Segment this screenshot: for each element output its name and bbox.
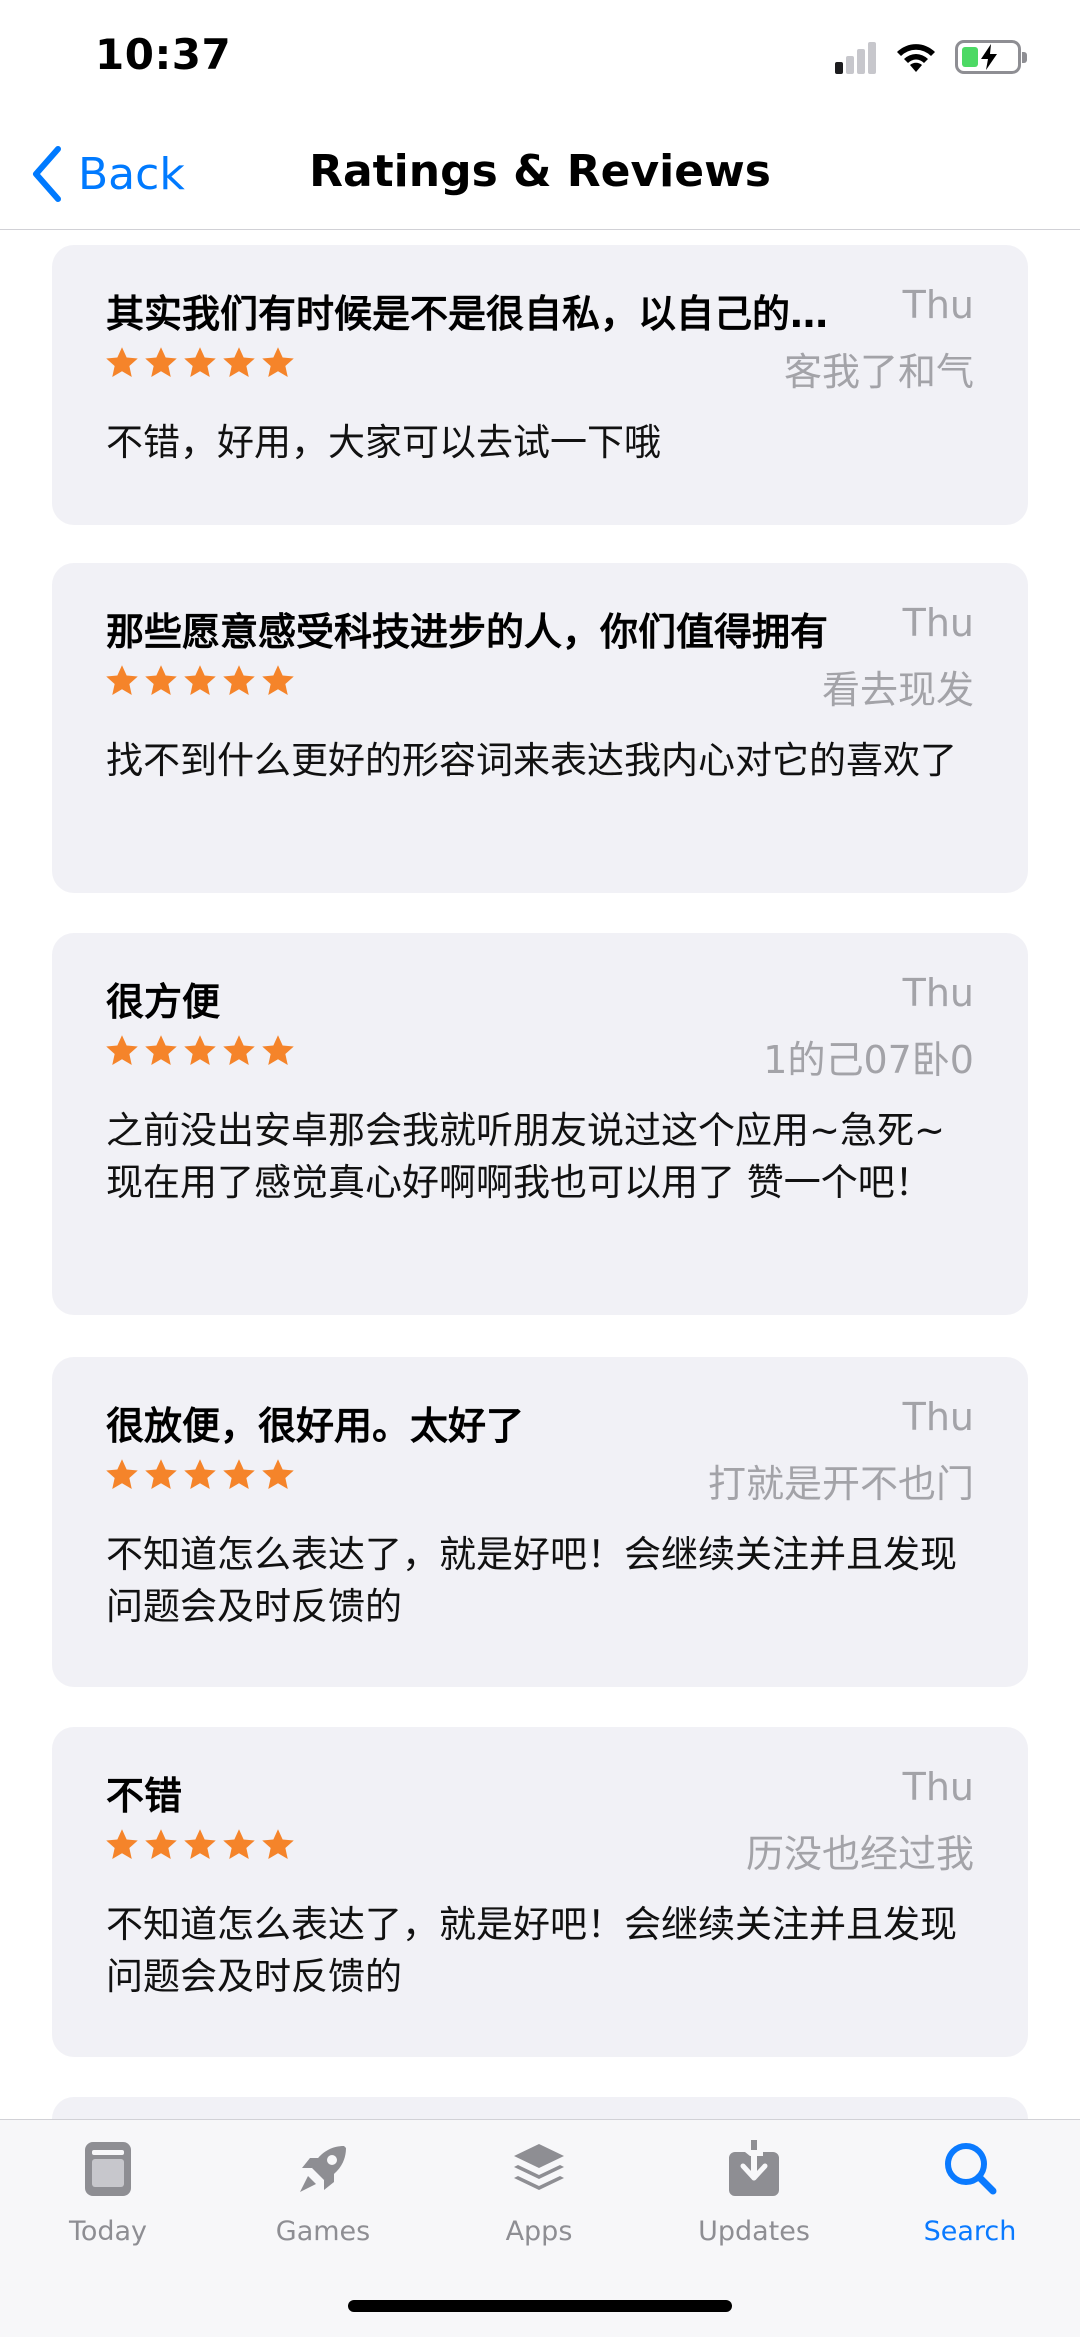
review-title: 很放便，很好用。太好了 [106, 1404, 525, 1448]
star-icon [184, 1459, 216, 1489]
star-icon [106, 1035, 138, 1065]
download-icon [729, 2140, 779, 2196]
star-rating [104, 345, 296, 381]
status-bar: 10:37 [0, 0, 1080, 120]
tab-apps[interactable]: Apps [464, 2136, 614, 2256]
cellular-signal-icon [835, 42, 877, 74]
review-title: 其实我们有时候是不是很自私，以自己的… [106, 292, 829, 336]
review-body: 不知道怎么表达了，就是好吧！会继续关注并且发现问题会及时反馈的 [106, 1903, 957, 1998]
status-time: 10:37 [95, 30, 232, 79]
star-icon [262, 1829, 294, 1859]
star-icon [262, 347, 294, 377]
tab-games[interactable]: Games [248, 2136, 398, 2256]
tab-today[interactable]: Today [33, 2136, 183, 2256]
review-date: Thu [902, 283, 974, 327]
review-card[interactable]: 其实我们有时候是不是很自私，以自己的… Thu 客我了和气 不错，好用，大家可以… [52, 245, 1028, 525]
review-body: 不知道怎么表达了，就是好吧！会继续关注并且发现问题会及时反馈的 [106, 1533, 957, 1628]
review-body: 之前没出安卓那会我就听朋友说过这个应用~急死~现在用了感觉真心好啊啊我也可以用了… [106, 1109, 946, 1204]
star-icon [184, 347, 216, 377]
star-icon [106, 347, 138, 377]
tab-search[interactable]: Search [895, 2136, 1045, 2256]
reviews-list[interactable]: 其实我们有时候是不是很自私，以自己的… Thu 客我了和气 不错，好用，大家可以… [0, 231, 1080, 2119]
star-icon [145, 665, 177, 695]
star-icon [184, 1829, 216, 1859]
tab-updates[interactable]: Updates [679, 2136, 829, 2256]
review-card[interactable]: 很方便 Thu 1的己07卧0 之前没出安卓那会我就听朋友说过这个应用~急死~现… [52, 933, 1028, 1315]
search-icon [945, 2143, 997, 2195]
review-body: 找不到什么更好的形容词来表达我内心对它的喜欢了 [106, 739, 957, 782]
review-card[interactable]: 不错 Thu 历没也经过我 不知道怎么表达了，就是好吧！会继续关注并且发现问题会… [52, 1727, 1028, 2057]
star-rating [104, 663, 296, 699]
tab-label: Games [275, 2216, 371, 2247]
navigation-bar: Back Ratings & Reviews [0, 120, 1080, 230]
star-icon [223, 1829, 255, 1859]
review-author: 打就是开不也门 [707, 1462, 974, 1506]
review-date: Thu [902, 601, 974, 645]
star-icon [262, 1459, 294, 1489]
review-title: 那些愿意感受科技进步的人，你们值得拥有 [106, 610, 829, 654]
star-rating [104, 1457, 296, 1493]
review-date: Thu [902, 971, 974, 1015]
review-author: 看去现发 [821, 668, 974, 712]
star-icon [145, 1829, 177, 1859]
star-icon [262, 665, 294, 695]
review-author: 客我了和气 [783, 350, 974, 394]
tab-label: Updates [698, 2216, 810, 2247]
review-title: 不错 [106, 1774, 183, 1818]
review-card[interactable]: 很放便，很好用。太好了 Thu 打就是开不也门 不知道怎么表达了，就是好吧！会继… [52, 1357, 1028, 1687]
review-card[interactable]: 那些愿意感受科技进步的人，你们值得拥有 Thu 看去现发 找不到什么更好的形容词… [52, 563, 1028, 893]
review-title: 很方便 [106, 980, 221, 1024]
battery-icon [955, 40, 1027, 74]
review-card[interactable] [52, 2097, 1028, 2119]
star-icon [184, 1035, 216, 1065]
star-icon [223, 1459, 255, 1489]
rocket-icon [300, 2146, 346, 2192]
star-icon [145, 347, 177, 377]
star-icon [223, 1035, 255, 1065]
tab-label: Today [68, 2216, 148, 2247]
review-date: Thu [902, 1765, 974, 1809]
star-icon [223, 665, 255, 695]
star-icon [145, 1035, 177, 1065]
page-title: Ratings & Reviews [309, 146, 771, 197]
star-icon [262, 1035, 294, 1065]
tab-label: Search [923, 2216, 1017, 2247]
home-indicator[interactable] [348, 2300, 732, 2312]
star-icon [145, 1459, 177, 1489]
review-body: 不错，好用，大家可以去试一下哦 [106, 421, 661, 464]
star-icon [184, 665, 216, 695]
wifi-icon [897, 44, 935, 72]
review-date: Thu [902, 1395, 974, 1439]
star-rating [104, 1827, 296, 1863]
star-icon [223, 347, 255, 377]
tab-label: Apps [505, 2216, 573, 2247]
star-icon [106, 1829, 138, 1859]
star-icon [106, 1459, 138, 1489]
star-rating [104, 1033, 296, 1069]
review-author: 1的己07卧0 [763, 1038, 974, 1082]
review-author: 历没也经过我 [745, 1832, 974, 1876]
today-icon [85, 2142, 131, 2196]
star-icon [106, 665, 138, 695]
layers-icon [514, 2144, 564, 2190]
